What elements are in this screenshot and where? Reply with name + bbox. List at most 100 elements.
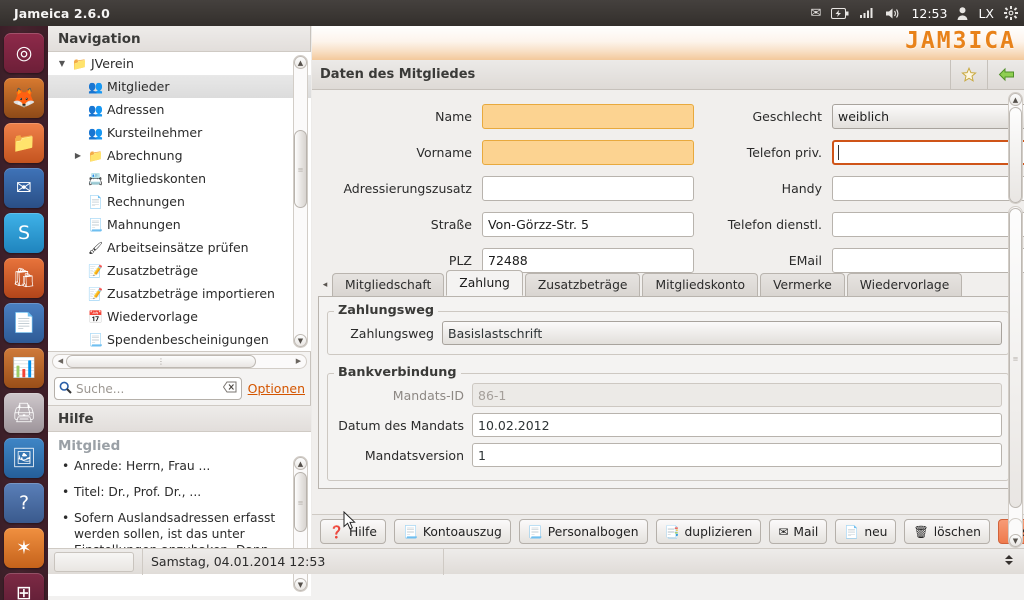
loeschen-button[interactable]: 🗑 löschen: [904, 519, 990, 544]
tree-twisty-icon[interactable]: ▶: [70, 151, 86, 160]
clear-icon[interactable]: [222, 381, 237, 396]
scrollbar-thumb[interactable]: ≡: [1009, 208, 1022, 508]
geschlecht-select[interactable]: weiblich: [832, 103, 1024, 129]
navigation-tree-scrollbar[interactable]: ▲ ≡ ▼: [293, 55, 308, 348]
sidebar-item-zusatzbetr-ge-importieren[interactable]: 📝 Zusatzbeträge importieren: [48, 282, 311, 305]
libreoffice-impress-icon[interactable]: 📊: [4, 348, 44, 388]
favorite-star-button[interactable]: [950, 59, 987, 90]
tab-mitgliedschaft[interactable]: Mitgliedschaft: [332, 273, 445, 296]
navigation-title: Navigation: [48, 26, 310, 52]
tab-mitgliedskonto[interactable]: Mitgliedskonto: [642, 273, 759, 296]
sidebar-item-jverein[interactable]: ▼ 📁 JVerein: [48, 52, 311, 75]
firefox-icon[interactable]: 🦊: [4, 78, 44, 118]
email-field[interactable]: [832, 247, 1024, 273]
zahlungsweg-label: Zahlungsweg: [350, 325, 434, 341]
help-icon[interactable]: ?: [4, 483, 44, 523]
handy-field[interactable]: [832, 175, 1024, 201]
sidebar-item-arbeitseins-tze-pr-fen[interactable]: 🖌 Arbeitseinsätze prüfen: [48, 236, 311, 259]
libreoffice-draw-icon[interactable]: 🖼: [4, 438, 44, 478]
sidebar-item-mahnungen[interactable]: 📃 Mahnungen: [48, 213, 311, 236]
search-input[interactable]: Suche...: [54, 377, 242, 400]
mail-icon[interactable]: ✉: [811, 7, 822, 20]
scroll-down-arrow[interactable]: ▼: [1009, 534, 1022, 547]
sidebar-item-label: Spendenbescheinigungen: [107, 332, 269, 347]
tab-scroll-left-button[interactable]: ◂: [318, 280, 332, 296]
sidebar-item-zusatzbetr-ge[interactable]: 📝 Zusatzbeträge: [48, 259, 311, 282]
user-label[interactable]: LX: [978, 6, 994, 21]
jameica-icon[interactable]: ✶: [4, 528, 44, 568]
hscroll-right-arrow[interactable]: ▶: [292, 355, 305, 368]
battery-icon[interactable]: [831, 7, 849, 19]
gear-icon[interactable]: [1004, 6, 1018, 20]
neu-button[interactable]: 📄 neu: [835, 519, 897, 544]
skype-icon[interactable]: S: [4, 213, 44, 253]
workspace-switcher-icon[interactable]: ⊞: [4, 573, 44, 600]
tree-twisty-icon[interactable]: ▼: [54, 59, 70, 68]
sidebar-item-rechnungen[interactable]: 📄 Rechnungen: [48, 190, 311, 213]
back-button[interactable]: [987, 59, 1024, 90]
vorname-field[interactable]: [482, 139, 694, 165]
strasse-field[interactable]: Von-Görzz-Str. 5: [482, 211, 694, 237]
personalbogen-button[interactable]: 📃 Personalbogen: [518, 519, 648, 544]
volume-icon[interactable]: [885, 7, 901, 20]
navigation-tree[interactable]: ▼ 📁 JVerein 👥 Mitglieder 👥 Adressen 👥 Kursteilne…: [48, 52, 311, 352]
navigation-horizontal-scrollbar[interactable]: ◀ ⋮ ▶: [52, 354, 307, 369]
libreoffice-writer-icon[interactable]: 📄: [4, 303, 44, 343]
files-icon[interactable]: 📁: [4, 123, 44, 163]
user-icon[interactable]: [957, 6, 968, 20]
name-field[interactable]: [482, 103, 694, 129]
sidebar-item-adressen[interactable]: 👥 Adressen: [48, 98, 311, 121]
help-list-item: Anrede: Herrn, Frau ...: [60, 458, 297, 474]
ubuntu-dash-icon[interactable]: ◎: [4, 33, 44, 73]
scroll-up-arrow[interactable]: ▲: [1009, 93, 1022, 106]
form-scrollbar-top[interactable]: ▲: [1008, 92, 1023, 204]
scrollbar-thumb[interactable]: [1009, 107, 1022, 203]
folder-icon: 📁: [72, 56, 87, 71]
network-signal-icon[interactable]: [859, 7, 875, 19]
plz-field[interactable]: 72488: [482, 247, 694, 273]
kontoauszug-button[interactable]: 📃 Kontoauszug: [393, 519, 511, 544]
mandatsversion-field[interactable]: 1: [472, 443, 1002, 467]
tab-zahlung[interactable]: Zahlung: [446, 270, 523, 296]
scroll-down-arrow[interactable]: ▼: [294, 578, 307, 591]
mail-button[interactable]: ✉ Mail: [769, 519, 828, 544]
form-row: Telefon priv.: [722, 138, 1024, 166]
page-title: Daten des Mitgliedes: [320, 67, 476, 82]
scroll-up-arrow[interactable]: ▲: [294, 457, 307, 470]
duplicate-icon: 📑: [664, 524, 680, 539]
search-options-link[interactable]: Optionen: [248, 381, 305, 396]
thunderbird-icon[interactable]: ✉: [4, 168, 44, 208]
telefon-priv-field[interactable]: [832, 139, 1024, 165]
tabpane-scrollbar[interactable]: ≡: [1008, 206, 1023, 536]
zahlungsweg-select[interactable]: Basislastschrift: [442, 321, 1002, 345]
tab-vermerke[interactable]: Vermerke: [760, 273, 845, 296]
sidebar-item-kursteilnehmer[interactable]: 👥 Kursteilnehmer: [48, 121, 311, 144]
adressierungszusatz-field[interactable]: [482, 175, 694, 201]
panel-clock[interactable]: 12:53: [911, 6, 947, 21]
software-center-icon[interactable]: 🛍: [4, 258, 44, 298]
field-label: Handy: [781, 180, 822, 196]
tab-wiedervorlage[interactable]: Wiedervorlage: [846, 273, 963, 296]
sidebar-item-abrechnung[interactable]: ▶ 📁 Abrechnung: [48, 144, 311, 167]
form-row: Adressierungszusatz: [330, 174, 710, 202]
scroll-up-arrow[interactable]: ▲: [294, 56, 307, 69]
resize-grip-icon[interactable]: [1002, 553, 1016, 570]
scroll-down-arrow[interactable]: ▼: [294, 334, 307, 347]
sidebar-item-wiedervorlage[interactable]: 📅 Wiedervorlage: [48, 305, 311, 328]
button-label: löschen: [933, 524, 981, 539]
printer-icon[interactable]: 🖨: [4, 393, 44, 433]
sidebar-item-mitglieder[interactable]: 👥 Mitglieder: [48, 75, 311, 98]
datum-des-mandats-field[interactable]: 10.02.2012: [472, 413, 1002, 437]
sidebar-item-mitgliedskonten[interactable]: 📇 Mitgliedskonten: [48, 167, 311, 190]
bottom-scroll-arrow-area[interactable]: ▼: [1008, 518, 1023, 548]
telefon-dienstl-field[interactable]: [832, 211, 1024, 237]
scrollbar-thumb[interactable]: ≡: [294, 472, 307, 532]
duplizieren-button[interactable]: 📑 duplizieren: [655, 519, 762, 544]
statement-icon: 📃: [402, 524, 418, 539]
status-separator: [142, 548, 143, 575]
tab-zusatzbetr-ge[interactable]: Zusatzbeträge: [524, 273, 641, 296]
zahlungsweg-row: Zahlungsweg Basislastschrift: [334, 320, 1002, 346]
sidebar-item-spendenbescheinigungen[interactable]: 📃 Spendenbescheinigungen: [48, 328, 311, 351]
hscrollbar-thumb[interactable]: ⋮: [66, 355, 256, 368]
scrollbar-thumb[interactable]: ≡: [294, 130, 307, 208]
